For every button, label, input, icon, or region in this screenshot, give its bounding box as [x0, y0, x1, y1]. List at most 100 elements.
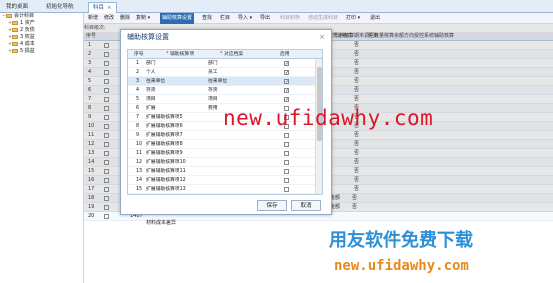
- tree-item-pl[interactable]: +5 损益: [0, 48, 83, 55]
- aux-cell-name[interactable]: 存货: [146, 86, 156, 95]
- aux-cell-no: 8: [136, 124, 140, 129]
- aux-cell-name[interactable]: 扩展辅助核算项5: [146, 113, 183, 122]
- aux-cell-no: 6: [136, 106, 140, 111]
- toolbar-button[interactable]: 打印 ▾: [346, 13, 360, 24]
- close-icon[interactable]: ×: [107, 5, 112, 11]
- aux-cell-no: 3: [136, 79, 140, 84]
- toolbar-button[interactable]: 栏目: [220, 13, 230, 24]
- aux-cell-name[interactable]: 部门: [146, 59, 156, 68]
- toolbar-button[interactable]: 查找: [202, 13, 212, 24]
- aux-cell-name[interactable]: 扩展辅助核算项12: [146, 176, 186, 185]
- aux-row[interactable]: 2 个人 员工 ✓: [128, 68, 316, 77]
- aux-cell-no: 1: [136, 61, 140, 66]
- cancel-button[interactable]: 取消: [291, 200, 321, 211]
- aux-cell-no: 12: [136, 160, 143, 165]
- tree-item-assets[interactable]: +1 资产: [0, 20, 83, 27]
- aux-row[interactable]: 11 扩展辅助核算项9: [128, 149, 316, 158]
- tree-item-equity[interactable]: +3 权益: [0, 34, 83, 41]
- enabled-checkbox[interactable]: [284, 142, 289, 147]
- tree-item-liabilities[interactable]: +2 负债: [0, 27, 83, 34]
- aux-cell-name[interactable]: 扩展辅助核算项7: [146, 131, 183, 140]
- folder-icon: [12, 34, 18, 39]
- required-mark: *: [220, 52, 223, 57]
- aux-cell-archive[interactable]: 员工: [208, 68, 218, 77]
- enabled-checkbox[interactable]: [284, 187, 289, 192]
- aux-cell-archive[interactable]: 费用: [208, 104, 218, 113]
- aux-row[interactable]: 1 部门 部门 ✓: [128, 59, 316, 68]
- folder-icon: [12, 48, 18, 53]
- aux-cell-archive[interactable]: 往来单位: [208, 77, 227, 86]
- aux-cell-name[interactable]: 项目: [146, 95, 156, 104]
- aux-cell-name[interactable]: 扩展辅助核算项11: [146, 167, 186, 176]
- dialog-title: 辅助核算设置: [127, 33, 169, 41]
- aux-cell-archive[interactable]: 部门: [208, 59, 218, 68]
- watermark-url-bottom: new.ufidawhy.com: [334, 258, 469, 274]
- toolbar-button[interactable]: 退出: [370, 13, 380, 24]
- aux-cell-name[interactable]: 扩展辅助核算项6: [146, 122, 183, 131]
- toolbar-button[interactable]: 新增: [88, 13, 98, 24]
- account-tree: − 会计科目 +1 资产 +2 负债 +3 权益 +4 成本 +5 损益: [0, 13, 84, 283]
- toolbar-button[interactable]: 复制 ▾: [136, 13, 150, 24]
- aux-col-no: 序号: [134, 52, 144, 57]
- aux-row[interactable]: 10 扩展辅助核算项8: [128, 140, 316, 149]
- aux-cell-name[interactable]: 扩展辅助核算项9: [146, 149, 183, 158]
- tree-label: 2 负债: [20, 27, 35, 33]
- tree-label: 1 资产: [20, 20, 35, 26]
- enabled-checkbox[interactable]: [284, 160, 289, 165]
- aux-cell-name[interactable]: 扩展辅助核算项8: [146, 140, 183, 149]
- enabled-checkbox[interactable]: ✓: [284, 88, 289, 94]
- toolbar-button[interactable]: 修改: [104, 13, 114, 24]
- aux-cell-no: 7: [136, 115, 140, 120]
- aux-cell-archive[interactable]: 存货: [208, 86, 218, 95]
- aux-cell-name[interactable]: 往来单位: [146, 77, 165, 86]
- aux-row[interactable]: 9 扩展辅助核算项7: [128, 131, 316, 140]
- aux-col-archive: 对应档案: [224, 52, 244, 57]
- watermark-url: new.ufidawhy.com: [223, 106, 434, 130]
- tree-item-cost[interactable]: +4 成本: [0, 41, 83, 48]
- tab-accounts[interactable]: 科目 ×: [88, 2, 117, 13]
- tree-label: 5 损益: [20, 48, 35, 54]
- aux-row[interactable]: 14 扩展辅助核算项12: [128, 176, 316, 185]
- tab-label: 科目: [93, 5, 105, 11]
- aux-cell-no: 9: [136, 133, 140, 138]
- enabled-checkbox[interactable]: ✓: [284, 70, 289, 76]
- aux-row[interactable]: 13 扩展辅助核算项11: [128, 167, 316, 176]
- enabled-checkbox[interactable]: [284, 169, 289, 174]
- toolbar-button[interactable]: 辅助核算设置: [160, 13, 195, 24]
- tab-init-wizard[interactable]: 初始化导航: [42, 2, 78, 13]
- aux-cell-name[interactable]: 扩展: [146, 104, 156, 113]
- enabled-checkbox[interactable]: ✓: [284, 79, 289, 85]
- tree-root[interactable]: − 会计科目: [0, 13, 83, 20]
- aux-row[interactable]: 15 扩展辅助核算项13: [128, 185, 316, 194]
- watermark-slogan: 用友软件免费下载: [329, 230, 473, 251]
- aux-row[interactable]: 12 扩展辅助核算项10: [128, 158, 316, 167]
- aux-cell-name[interactable]: 扩展辅助核算项13: [146, 185, 186, 194]
- enabled-checkbox[interactable]: ✓: [284, 61, 289, 67]
- folder-icon: [12, 41, 18, 46]
- aux-cell-archive[interactable]: 项目: [208, 95, 218, 104]
- tab-my-desktop[interactable]: 我的桌面: [2, 2, 32, 13]
- save-button[interactable]: 保存: [257, 200, 287, 211]
- toolbar-button[interactable]: 科目封存: [280, 13, 300, 24]
- enabled-checkbox[interactable]: [284, 133, 289, 138]
- aux-row[interactable]: 3 往来单位 往来单位 ✓: [128, 77, 316, 86]
- tab-bar: 我的桌面 初始化导航 科目 ×: [0, 0, 553, 13]
- enabled-checkbox[interactable]: [284, 178, 289, 183]
- aux-cell-name[interactable]: 扩展辅助核算项10: [146, 158, 186, 167]
- toolbar-button[interactable]: 导出: [260, 13, 270, 24]
- folder-icon: [12, 20, 18, 25]
- toolbar-button[interactable]: 自动生成科目: [308, 13, 338, 24]
- aux-cell-name[interactable]: 个人: [146, 68, 156, 77]
- aux-cell-no: 2: [136, 70, 140, 75]
- aux-row[interactable]: 5 项目 项目 ✓: [128, 95, 316, 104]
- toolbar-button[interactable]: 删除: [120, 13, 130, 24]
- enabled-checkbox[interactable]: ✓: [284, 97, 289, 103]
- enabled-checkbox[interactable]: [284, 151, 289, 156]
- row-number: 20: [88, 213, 95, 219]
- folder-icon: [12, 27, 18, 32]
- folder-icon: [6, 13, 12, 18]
- close-icon[interactable]: ×: [319, 30, 325, 44]
- toolbar-button[interactable]: 导入 ▾: [238, 13, 252, 24]
- row-checkbox[interactable]: [104, 214, 109, 219]
- aux-row[interactable]: 4 存货 存货 ✓: [128, 86, 316, 95]
